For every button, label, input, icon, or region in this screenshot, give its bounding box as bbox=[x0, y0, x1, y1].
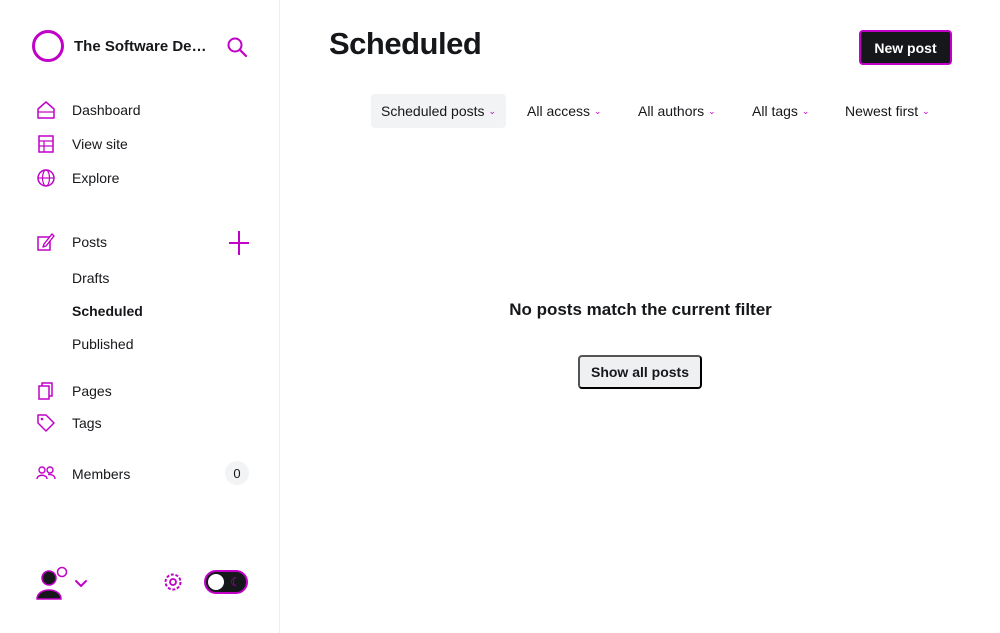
nav-explore-label: Explore bbox=[72, 170, 120, 186]
filter-order[interactable]: Newest first ⌄ bbox=[845, 94, 930, 128]
nav-pages[interactable]: Pages bbox=[36, 381, 112, 401]
filter-type-label: Scheduled posts bbox=[381, 103, 485, 119]
filter-authors[interactable]: All authors ⌄ bbox=[638, 94, 716, 128]
new-post-button[interactable]: New post bbox=[859, 30, 952, 65]
main-content: Scheduled New post Scheduled posts ⌄ All … bbox=[281, 0, 1000, 633]
nav-view-site[interactable]: View site bbox=[36, 134, 128, 154]
page-title: Scheduled bbox=[329, 26, 482, 61]
pages-icon bbox=[36, 381, 56, 401]
filter-access[interactable]: All access ⌄ bbox=[527, 94, 602, 128]
nav-dashboard-label: Dashboard bbox=[72, 102, 141, 118]
nav-posts-label: Posts bbox=[72, 234, 108, 250]
theme-toggle[interactable]: ☾ bbox=[204, 570, 248, 594]
filter-order-label: Newest first bbox=[845, 103, 919, 119]
edit-icon bbox=[36, 232, 56, 252]
search-icon[interactable] bbox=[226, 36, 248, 58]
globe-icon bbox=[36, 168, 56, 188]
filter-tags[interactable]: All tags ⌄ bbox=[752, 94, 809, 128]
nav-drafts[interactable]: Drafts bbox=[72, 270, 109, 286]
moon-icon: ☾ bbox=[230, 575, 241, 589]
nav-explore[interactable]: Explore bbox=[36, 168, 119, 188]
chevron-down-icon: ⌄ bbox=[488, 105, 497, 116]
empty-state-message: No posts match the current filter bbox=[509, 300, 772, 319]
nav-tags[interactable]: Tags bbox=[36, 413, 102, 433]
tag-icon bbox=[36, 413, 56, 433]
home-icon bbox=[36, 100, 56, 120]
members-icon bbox=[36, 464, 56, 484]
nav-published[interactable]: Published bbox=[72, 336, 134, 352]
nav-scheduled[interactable]: Scheduled bbox=[72, 303, 143, 319]
nav-dashboard[interactable]: Dashboard bbox=[36, 100, 141, 120]
brand[interactable]: The Software Developer's Studio bbox=[32, 30, 212, 62]
toggle-knob bbox=[208, 574, 224, 590]
brand-logo bbox=[32, 30, 64, 62]
show-all-posts-button[interactable]: Show all posts bbox=[578, 355, 702, 389]
nav-tags-label: Tags bbox=[72, 415, 102, 431]
nav-members-label: Members bbox=[72, 466, 131, 482]
nav-view-site-label: View site bbox=[72, 136, 128, 152]
chevron-down-icon: ⌄ bbox=[922, 105, 930, 116]
chevron-down-icon: ⌄ bbox=[594, 105, 602, 116]
brand-name: The Software Developer's Studio bbox=[74, 37, 212, 55]
user-avatar-icon[interactable] bbox=[36, 566, 70, 600]
filter-type[interactable]: Scheduled posts ⌄ bbox=[371, 94, 507, 128]
nav-pages-label: Pages bbox=[72, 383, 112, 399]
filter-tags-label: All tags bbox=[752, 103, 798, 119]
nav-members[interactable]: Members bbox=[36, 464, 130, 484]
members-count-badge: 0 bbox=[225, 461, 249, 485]
gear-icon[interactable] bbox=[162, 571, 184, 593]
chevron-down-icon: ⌄ bbox=[708, 105, 716, 116]
add-post-icon[interactable] bbox=[228, 230, 250, 256]
chevron-down-icon[interactable] bbox=[74, 576, 88, 587]
filter-access-label: All access bbox=[527, 103, 591, 119]
view-site-icon bbox=[36, 134, 56, 154]
chevron-down-icon: ⌄ bbox=[801, 105, 810, 116]
filter-authors-label: All authors bbox=[638, 103, 705, 119]
nav-posts[interactable]: Posts bbox=[36, 232, 107, 252]
sidebar: The Software Developer's Studio Dashboar… bbox=[0, 0, 280, 633]
